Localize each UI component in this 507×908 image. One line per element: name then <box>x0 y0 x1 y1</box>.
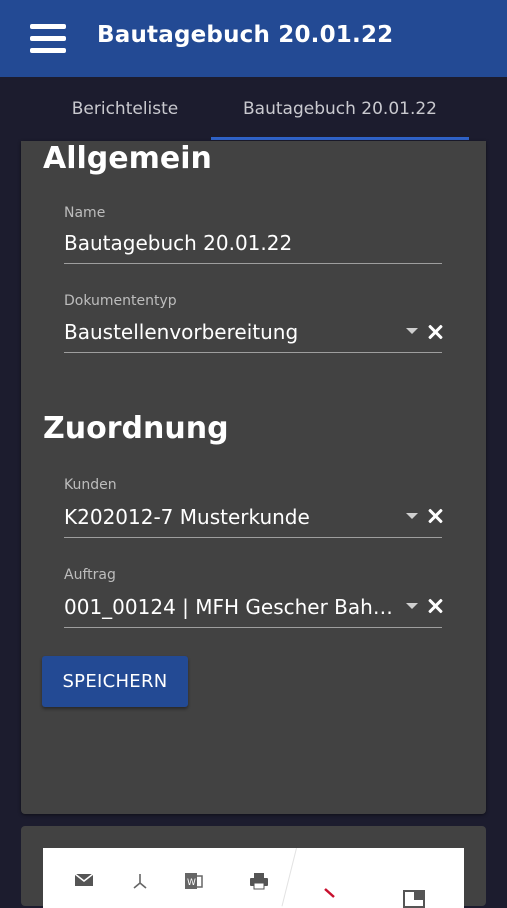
doctype-field-underline <box>64 352 442 353</box>
section-title-zuordnung: Zuordnung <box>43 411 229 446</box>
active-tab-indicator <box>211 137 469 140</box>
name-field-underline <box>64 263 442 264</box>
order-field-underline <box>64 627 442 628</box>
tab-berichteliste[interactable]: Berichteliste <box>35 77 215 141</box>
customer-field-label: Kunden <box>64 477 117 493</box>
app-title: Bautagebuch 20.01.22 <box>97 22 394 48</box>
mail-icon[interactable] <box>74 873 94 887</box>
customer-dropdown-arrow-icon[interactable] <box>406 513 418 519</box>
word-icon[interactable]: W <box>184 872 204 890</box>
layout-icon[interactable] <box>403 890 425 908</box>
doctype-select[interactable]: Baustellenvorbereitung <box>64 320 394 344</box>
customer-field-underline <box>64 537 442 538</box>
tab-bar: Berichteliste Bautagebuch 20.01.22 <box>0 77 507 141</box>
svg-text:W: W <box>187 878 196 888</box>
preview-divider <box>281 848 297 907</box>
tab-bautagebuch[interactable]: Bautagebuch 20.01.22 <box>211 77 469 141</box>
order-select[interactable]: 001_00124 | MFH Gescher Bahn... <box>64 595 394 619</box>
collapse-icon[interactable] <box>322 886 342 900</box>
section-title-allgemein: Allgemein <box>43 141 212 176</box>
order-clear-icon[interactable] <box>427 598 443 614</box>
doctype-field-label: Dokumententyp <box>64 293 177 309</box>
hamburger-menu-icon[interactable] <box>30 24 66 54</box>
name-field-label: Name <box>64 205 106 221</box>
app-bar: Bautagebuch 20.01.22 <box>0 0 507 77</box>
order-dropdown-arrow-icon[interactable] <box>406 603 418 609</box>
name-field[interactable]: Bautagebuch 20.01.22 <box>64 231 442 255</box>
print-icon[interactable] <box>249 872 269 890</box>
customer-clear-icon[interactable] <box>427 508 443 524</box>
pdf-icon[interactable] <box>131 872 149 890</box>
doctype-dropdown-arrow-icon[interactable] <box>406 328 418 334</box>
document-preview: W <box>43 848 464 908</box>
doctype-clear-icon[interactable] <box>427 324 443 340</box>
order-field-label: Auftrag <box>64 567 116 583</box>
save-button[interactable]: SPEICHERN <box>42 656 188 707</box>
customer-select[interactable]: K202012-7 Musterkunde <box>64 505 394 529</box>
